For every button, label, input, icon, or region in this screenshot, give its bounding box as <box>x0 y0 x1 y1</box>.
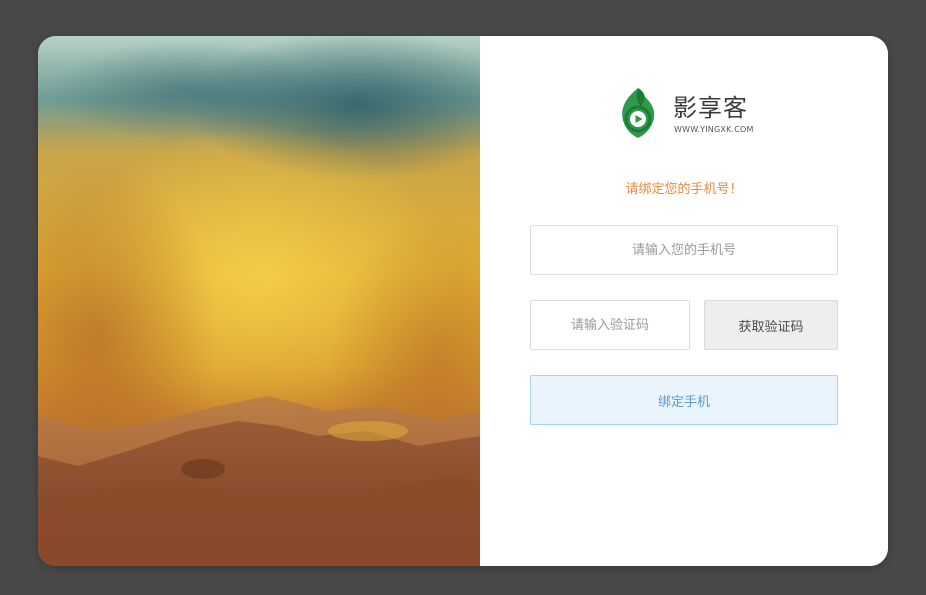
brand-url: WWW.YINGXK.COM <box>674 125 754 134</box>
phone-input[interactable] <box>530 225 838 275</box>
bind-phone-prompt: 请绑定您的手机号！ <box>625 182 743 197</box>
play-leaf-logo-icon <box>615 86 661 140</box>
bind-phone-button[interactable]: 绑定手机 <box>530 375 838 425</box>
hero-image <box>38 36 480 566</box>
landscape-illustration <box>38 36 480 566</box>
get-code-button[interactable]: 获取验证码 <box>704 300 838 350</box>
verification-code-input[interactable] <box>530 300 690 350</box>
bind-phone-dialog: 影享客 WWW.YINGXK.COM 请绑定您的手机号！ 获取验证码 绑定手机 <box>38 36 888 566</box>
brand-logo: 影享客 WWW.YINGXK.COM <box>615 86 755 142</box>
form-panel: 影享客 WWW.YINGXK.COM 请绑定您的手机号！ 获取验证码 绑定手机 <box>480 36 888 566</box>
brand-name: 影享客 <box>673 94 748 122</box>
